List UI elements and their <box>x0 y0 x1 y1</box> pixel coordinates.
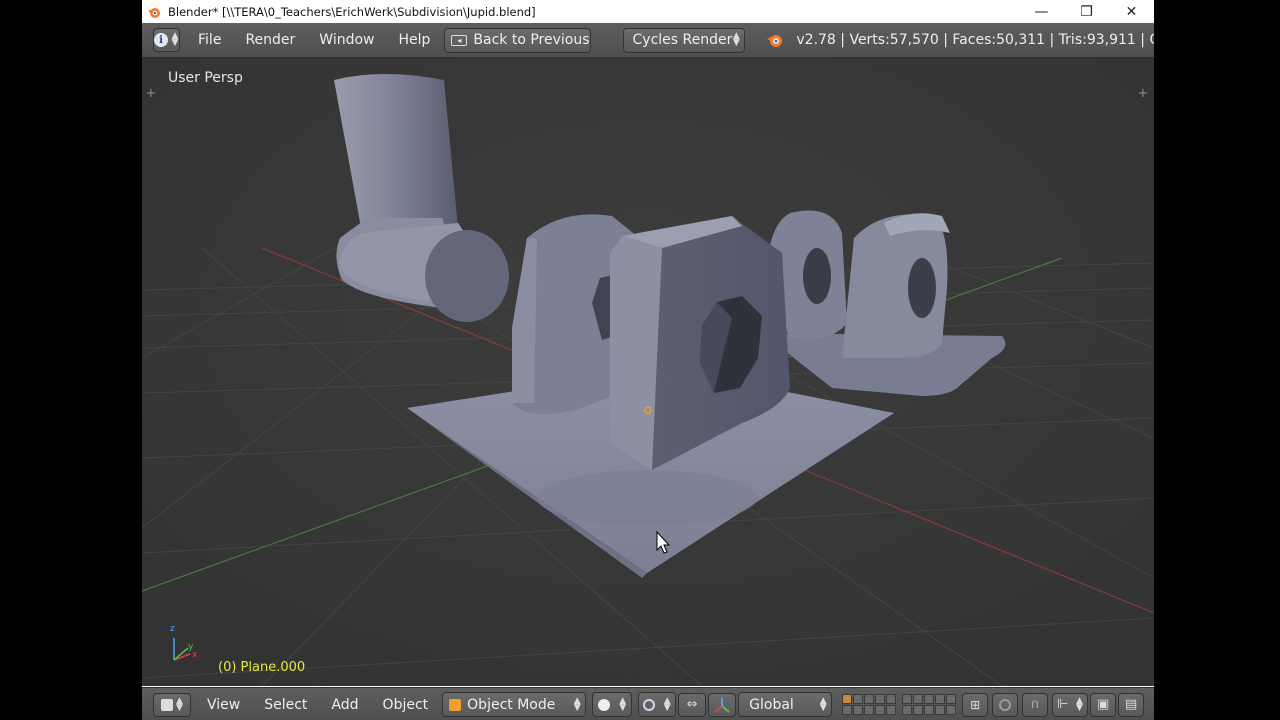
axis-label-z: z <box>170 624 175 634</box>
dropdown-arrows-icon: ▲ ▼ <box>176 695 183 713</box>
editor-type-button[interactable]: i ▲ ▼ <box>153 28 180 52</box>
title-bar: Blender* [\\TERA\0_Teachers\ErichWerk\Su… <box>142 0 1154 23</box>
opengl-render-button[interactable]: ▣ <box>1090 692 1117 717</box>
info-icon: i <box>154 33 168 47</box>
viewport-corner-topleft-icon[interactable]: + <box>144 87 158 101</box>
info-header: i ▲ ▼ File Render Window Help ◂ Back to P… <box>142 23 1154 58</box>
pivot-icon <box>643 698 656 711</box>
dropdown-arrows-icon: ▲ ▼ <box>171 31 179 48</box>
back-to-previous-label: Back to Previous <box>473 32 590 48</box>
menu-window[interactable]: Window <box>307 32 386 48</box>
transform-orientation-select[interactable]: Global ▲ ▼ <box>738 692 833 717</box>
blender-render-icon <box>766 32 784 48</box>
mode-value: Object Mode <box>467 696 556 713</box>
proportional-edit-icon <box>999 698 1012 711</box>
lock-camera-button[interactable]: ⊞ <box>962 692 989 717</box>
axis-label-x: x <box>192 650 198 660</box>
mode-select[interactable]: Object Mode ▲ ▼ <box>442 692 587 717</box>
manipulator-toggle-button[interactable]: ⇔ <box>678 692 707 717</box>
view-perspective-label: User Persp <box>168 70 243 86</box>
layers-group-2[interactable] <box>902 694 957 715</box>
dropdown-arrows-icon: ▲ ▼ <box>663 695 671 713</box>
blender-window: Blender* [\\TERA\0_Teachers\ErichWerk\Su… <box>142 0 1154 720</box>
editor-type-button[interactable]: ▲ ▼ <box>153 692 191 717</box>
close-button[interactable]: ✕ <box>1109 0 1154 23</box>
dropdown-arrows-icon: ▲ ▼ <box>573 695 581 713</box>
menu-render[interactable]: Render <box>233 32 307 48</box>
orientation-value: Global <box>749 696 794 713</box>
back-screen-icon: ◂ <box>451 34 468 46</box>
maximize-button[interactable]: ❐ <box>1064 0 1109 23</box>
menu-object[interactable]: Object <box>371 697 441 713</box>
dropdown-arrows-icon: ▲ ▼ <box>819 695 827 713</box>
dropdown-arrows-icon: ▲ ▼ <box>619 695 627 713</box>
opengl-render-anim-button[interactable]: ▤ <box>1118 692 1145 717</box>
menu-file[interactable]: File <box>186 32 233 48</box>
minimize-button[interactable]: — <box>1019 0 1064 23</box>
3d-view-header: ▲ ▼ View Select Add Object Object Mode ▲ ▼… <box>142 687 1154 720</box>
dropdown-arrows-icon: ▲ ▼ <box>732 31 740 48</box>
pivot-point-select[interactable]: ▲ ▼ <box>638 692 677 717</box>
render-engine-select[interactable]: Cycles Render ▲ ▼ <box>622 27 746 53</box>
blender-logo-icon <box>146 4 162 20</box>
transform-axes-icon <box>714 697 730 713</box>
transform-widget-button[interactable] <box>708 692 737 717</box>
3d-viewport[interactable]: + + User Persp z y x (0) Plane.000 <box>142 58 1154 686</box>
menu-add[interactable]: Add <box>319 697 370 713</box>
back-to-previous-button[interactable]: ◂ Back to Previous <box>444 27 591 53</box>
dropdown-arrows-icon: ▲ ▼ <box>1076 695 1083 713</box>
scene-stats: v2.78 | Verts:57,570 | Faces:50,311 | Tr… <box>796 32 1154 48</box>
manipulator-icon: ⇔ <box>686 697 698 712</box>
menu-select[interactable]: Select <box>252 697 319 713</box>
snap-toggle-button[interactable]: ∩ <box>1022 692 1049 717</box>
viewport-shading-select[interactable]: ▲ ▼ <box>592 692 633 717</box>
magnet-icon: ∩ <box>1030 697 1040 712</box>
cube-editor-icon <box>160 698 173 711</box>
render-animation-icon: ▤ <box>1125 697 1138 712</box>
lock-icon: ⊞ <box>970 697 981 712</box>
menu-view[interactable]: View <box>195 697 252 713</box>
window-title: Blender* [\\TERA\0_Teachers\ErichWerk\Su… <box>168 4 536 19</box>
render-image-icon: ▣ <box>1097 697 1110 712</box>
render-engine-value: Cycles Render <box>632 32 733 48</box>
proportional-edit-button[interactable] <box>992 692 1019 717</box>
menu-help[interactable]: Help <box>386 32 442 48</box>
object-mode-icon <box>449 698 462 711</box>
viewport-corner-topright-icon[interactable]: + <box>1136 87 1150 101</box>
snap-element-select[interactable]: ⊩ ▲ ▼ <box>1052 692 1089 717</box>
layers-group-1[interactable] <box>842 694 897 715</box>
active-object-label: (0) Plane.000 <box>218 660 306 675</box>
solid-shading-icon <box>597 698 610 711</box>
snap-increment-icon: ⊩ <box>1056 697 1069 712</box>
